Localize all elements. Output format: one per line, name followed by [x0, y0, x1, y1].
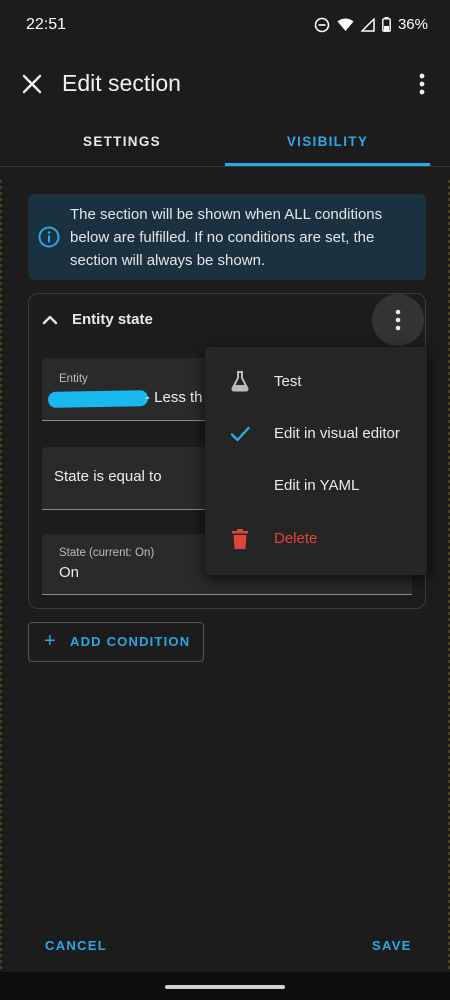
entity-field-value: - Less th	[145, 389, 203, 406]
tab-divider	[0, 166, 450, 167]
condition-menu-button[interactable]	[372, 294, 424, 346]
info-icon	[38, 226, 60, 248]
close-icon	[22, 74, 42, 94]
save-button[interactable]: SAVE	[372, 938, 412, 953]
menu-item-edit-visual-label: Edit in visual editor	[274, 425, 400, 442]
menu-item-delete-label: Delete	[274, 530, 318, 547]
entity-field-label: Entity	[59, 373, 88, 385]
battery-icon	[382, 17, 391, 32]
more-vert-icon	[395, 309, 401, 331]
condition-title: Entity state	[72, 311, 153, 328]
page-title: Edit section	[62, 70, 181, 96]
background-edge-left	[0, 180, 2, 970]
battery-percent: 36%	[397, 16, 428, 33]
state-field-label: State (current: On)	[59, 547, 155, 559]
cancel-button[interactable]: CANCEL	[45, 938, 107, 953]
info-text: The section will be shown when ALL condi…	[70, 206, 383, 269]
chevron-up-icon	[42, 315, 58, 325]
dnd-icon	[314, 17, 330, 32]
state-field-value: On	[59, 564, 80, 581]
overflow-menu-button[interactable]	[410, 70, 434, 98]
tab-visibility[interactable]: VISIBILITY	[225, 116, 430, 166]
check-icon	[229, 423, 251, 445]
plus-icon: +	[44, 630, 56, 652]
tab-settings[interactable]: SETTINGS	[22, 116, 222, 166]
more-vert-icon	[419, 73, 425, 95]
trash-icon	[229, 528, 251, 550]
status-icons: 36%	[314, 16, 428, 33]
flask-icon	[229, 370, 251, 392]
status-time: 22:51	[26, 16, 67, 33]
add-condition-label: ADD CONDITION	[70, 634, 191, 649]
menu-item-test-label: Test	[274, 373, 302, 390]
gesture-handle[interactable]	[165, 985, 285, 989]
redaction-mark	[47, 390, 149, 408]
wifi-icon	[337, 17, 354, 31]
collapse-chevron[interactable]	[40, 310, 60, 330]
signal-icon	[360, 17, 375, 32]
menu-item-edit-yaml-label: Edit in YAML	[274, 477, 360, 494]
state-operator-value: State is equal to	[54, 468, 162, 485]
close-button[interactable]	[18, 70, 46, 98]
